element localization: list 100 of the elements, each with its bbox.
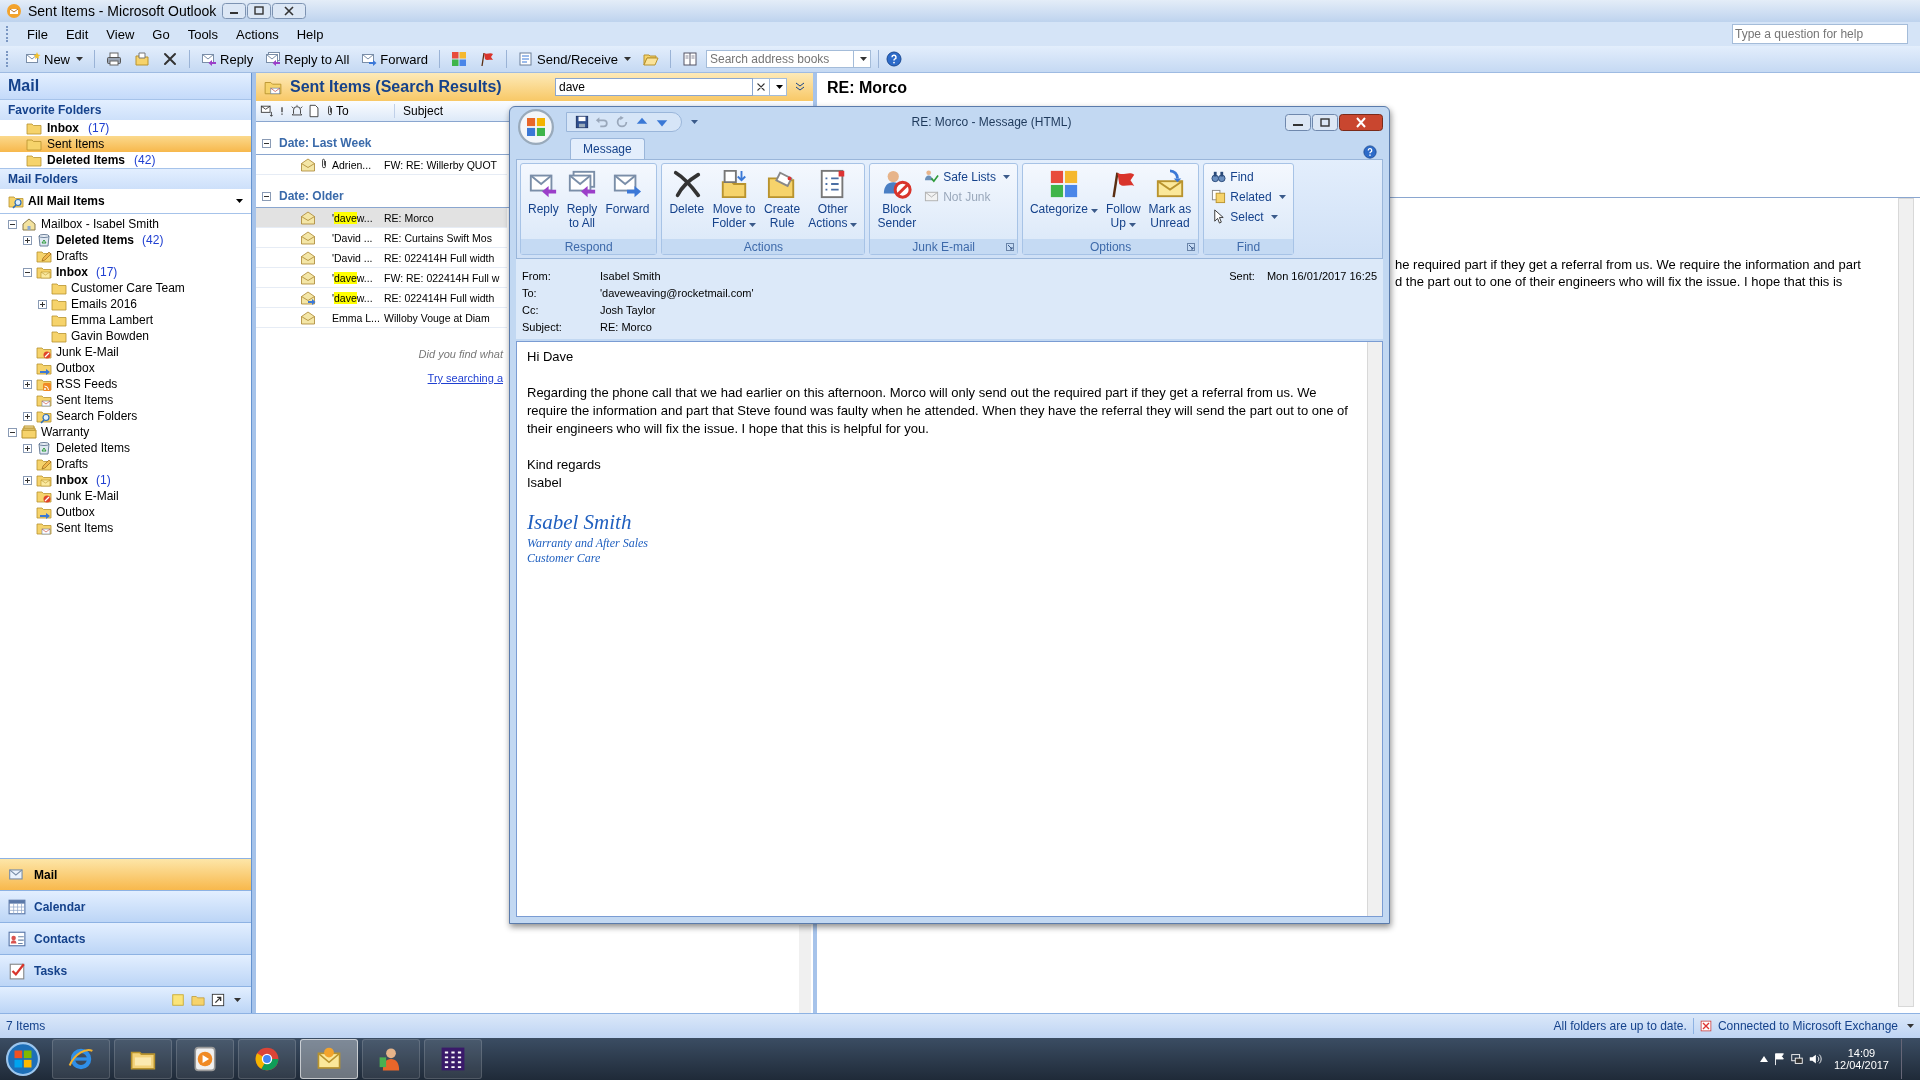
reply-all-button[interactable]: Reply to All [261, 49, 354, 69]
clock-date[interactable]: 12/04/2017 [1833, 1059, 1889, 1071]
create-rule-button[interactable]: Create Rule [760, 166, 805, 233]
reply-button[interactable]: Reply [524, 166, 563, 219]
taskbar-button[interactable] [424, 1039, 482, 1079]
clear-search-button[interactable] [753, 78, 770, 96]
mark-unread-button[interactable]: Mark as Unread [1144, 166, 1196, 233]
shortcut-icon[interactable] [211, 993, 225, 1007]
collapse-icon[interactable] [262, 138, 271, 148]
reply-all-button[interactable]: Reply to All [562, 166, 602, 233]
maximize-icon[interactable] [247, 3, 272, 19]
delete-button[interactable]: Delete [665, 166, 709, 219]
folder-item[interactable]: Junk E-Mail [56, 489, 119, 503]
collapse-icon[interactable] [23, 267, 32, 277]
taskbar-button[interactable] [238, 1039, 296, 1079]
folder-item[interactable]: Inbox [56, 265, 88, 279]
safe-lists-button[interactable]: Safe Lists [920, 168, 1014, 185]
folder-item[interactable]: Sent Items [56, 521, 114, 535]
dropdown-button[interactable] [770, 78, 787, 96]
move-folder-button[interactable]: Move to Folder [708, 166, 761, 233]
print-icon[interactable] [106, 51, 122, 67]
menu-item[interactable]: Edit [57, 24, 97, 44]
network-icon[interactable] [1789, 1052, 1804, 1066]
message-row[interactable]: Adrien... FW: RE: Willerby QUOT [256, 155, 507, 175]
reply-button[interactable]: Reply [197, 49, 258, 69]
section-header[interactable]: Mail Folders [0, 168, 251, 189]
expand-icon[interactable] [23, 475, 32, 485]
search-link[interactable]: Try searching a [427, 372, 503, 384]
folder-item[interactable]: Deleted Items [56, 233, 135, 247]
taskbar-button[interactable] [362, 1039, 420, 1079]
folder-item[interactable]: Gavin Bowden [71, 329, 150, 343]
view-selector[interactable]: All Mail Items [0, 189, 251, 214]
minimize-icon[interactable] [222, 3, 247, 19]
expand-icon[interactable] [23, 235, 32, 245]
favorite-folder[interactable]: Deleted Items (42) [0, 152, 251, 168]
navigation-button[interactable]: Mail [0, 858, 251, 890]
folder-item[interactable]: Emma Lambert [71, 313, 154, 327]
categorize-button[interactable]: Categorize [1025, 166, 1102, 219]
collapse-icon[interactable] [8, 219, 17, 229]
forward-button[interactable]: Forward [357, 49, 432, 69]
message-row[interactable]: 'David ... RE: 022414H Full width [256, 248, 507, 268]
folder-item[interactable]: Emails 2016 [71, 297, 138, 311]
expand-icon[interactable] [38, 299, 47, 309]
speaker-icon[interactable] [1807, 1052, 1822, 1066]
message-row[interactable]: 'David ... RE: Curtains Swift Mos [256, 228, 507, 248]
taskbar-button[interactable] [176, 1039, 234, 1079]
scrollbar[interactable] [1898, 198, 1914, 1007]
folder-item[interactable]: Deleted Items [56, 441, 131, 455]
menu-item[interactable]: Tools [179, 24, 226, 44]
dialog-launcher-icon[interactable] [1005, 242, 1014, 251]
maximize-icon[interactable] [1312, 113, 1338, 131]
folder-item[interactable]: Inbox [56, 473, 88, 487]
folder-item[interactable]: Warranty [41, 425, 90, 439]
scrollbar[interactable] [1367, 342, 1382, 916]
folder-item[interactable]: Search Folders [56, 409, 138, 423]
menu-item[interactable]: Actions [228, 24, 287, 44]
send-receive-button[interactable]: Send/Receive [514, 49, 635, 69]
scrollbar[interactable] [799, 925, 811, 1013]
menu-item[interactable]: Help [288, 24, 332, 44]
delete-icon[interactable] [162, 51, 178, 67]
select-button[interactable]: Select [1207, 208, 1290, 225]
flag-icon[interactable] [479, 51, 495, 67]
address-book-icon[interactable] [681, 51, 698, 67]
folder-item[interactable]: Drafts [56, 249, 88, 263]
folder-item[interactable]: Mailbox - Isabel Smith [41, 217, 160, 231]
expand-icon[interactable] [795, 82, 805, 92]
navigation-button[interactable]: Contacts [0, 922, 251, 954]
column-header[interactable]: Subject [394, 104, 444, 118]
folder-item[interactable]: Sent Items [56, 393, 114, 407]
address-search-field[interactable]: Search address books [705, 50, 854, 68]
taskbar-button[interactable] [52, 1039, 110, 1079]
close-icon[interactable] [1339, 113, 1383, 131]
folder-item[interactable]: Outbox [56, 361, 95, 375]
ribbon-tab[interactable]: Message [570, 138, 645, 159]
section-header[interactable]: Favorite Folders [0, 99, 251, 120]
flag-button[interactable]: Follow Up [1101, 166, 1145, 233]
column-header[interactable]: To [336, 104, 394, 118]
menu-item[interactable]: Go [144, 24, 178, 44]
help-search-field[interactable]: Type a question for help [1732, 24, 1908, 44]
group-header[interactable]: Date: Older [279, 189, 344, 203]
dialog-launcher-icon[interactable] [1187, 242, 1196, 251]
move-folder-icon[interactable] [134, 51, 150, 67]
folder-item[interactable]: Drafts [56, 457, 88, 471]
collapse-icon[interactable] [262, 191, 271, 201]
menu-item[interactable]: File [19, 24, 56, 44]
block-sender-button[interactable]: Block Sender [873, 166, 921, 233]
message-row[interactable]: Emma L... Willoby Vouge at Diam [256, 308, 507, 328]
clock-time[interactable]: 14:09 [1847, 1047, 1876, 1059]
group-header[interactable]: Date: Last Week [279, 136, 372, 150]
categories-icon[interactable] [451, 51, 467, 67]
folder-item[interactable]: Junk E-Mail [56, 345, 119, 359]
save-icon[interactable] [575, 115, 589, 129]
connection-status[interactable]: Connected to Microsoft Exchange [1717, 1019, 1898, 1033]
find-button[interactable]: Find [1207, 168, 1290, 185]
navigation-button[interactable]: Tasks [0, 954, 251, 986]
minimize-icon[interactable] [1285, 113, 1311, 131]
expand-icon[interactable] [23, 443, 32, 453]
expand-icon[interactable] [23, 379, 32, 389]
folder-item[interactable]: Customer Care Team [71, 281, 185, 295]
close-icon[interactable] [272, 3, 307, 19]
